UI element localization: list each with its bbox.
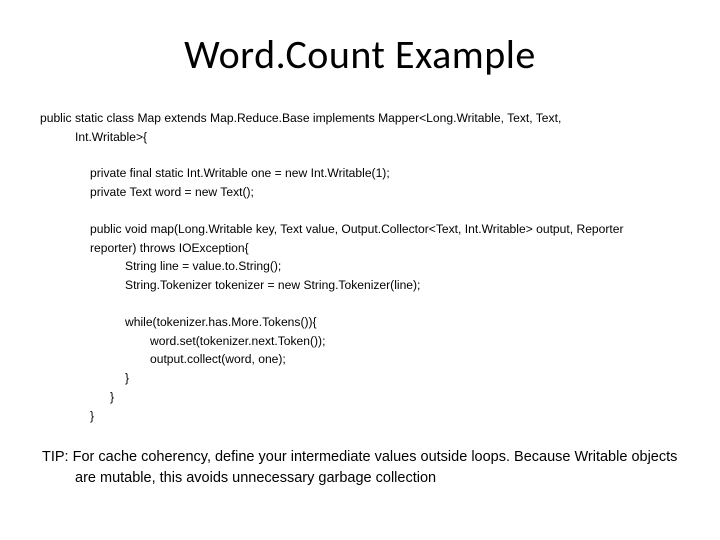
slide-title: Word.Count Example (30, 30, 690, 79)
code-block: public static class Map extends Map.Redu… (40, 109, 690, 425)
tip-text: TIP: For cache coherency, define your in… (30, 447, 690, 489)
code-line: public void map(Long.Writable key, Text … (40, 220, 690, 239)
code-line: private Text word = new Text(); (40, 183, 690, 202)
code-line: } (40, 369, 690, 388)
code-line: reporter) throws IOException{ (40, 239, 690, 258)
code-line: word.set(tokenizer.next.Token()); (40, 332, 690, 351)
code-line: String.Tokenizer tokenizer = new String.… (40, 276, 690, 295)
code-line: while(tokenizer.has.More.Tokens()){ (40, 313, 690, 332)
code-line: Int.Writable>{ (40, 128, 690, 147)
code-line: private final static Int.Writable one = … (40, 164, 690, 183)
code-line: output.collect(word, one); (40, 350, 690, 369)
code-line: } (40, 388, 690, 407)
slide: Word.Count Example public static class M… (0, 0, 720, 540)
code-line: } (40, 407, 690, 426)
code-line: public static class Map extends Map.Redu… (40, 109, 690, 128)
code-line: String line = value.to.String(); (40, 257, 690, 276)
